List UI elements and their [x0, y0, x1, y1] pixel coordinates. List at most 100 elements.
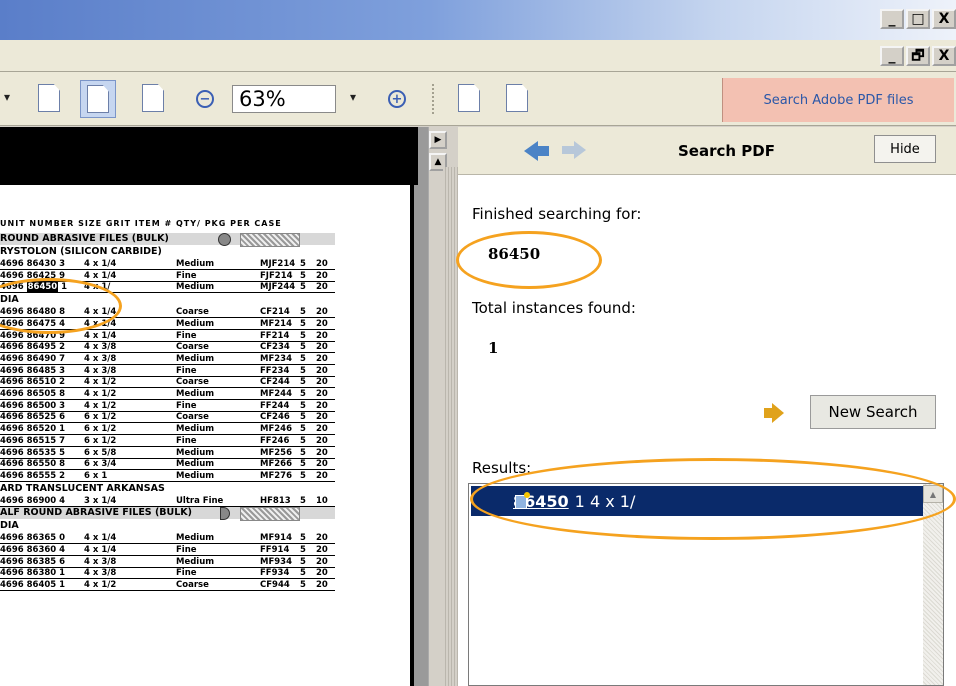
round-file-profile-icon	[218, 233, 231, 246]
back-arrow-icon[interactable]	[524, 141, 538, 161]
facing-page-icon[interactable]	[142, 84, 164, 112]
catalog-code-cell: 4696 86450 1	[0, 282, 68, 293]
result-item[interactable]: 86450 1 4 x 1/	[471, 486, 923, 516]
catalog-row: 4696 86485 3 4 x 3/8 Fine FF234 5 20	[0, 366, 335, 377]
doc-minimize-button[interactable]: _	[880, 46, 904, 66]
catalog-qty-cell: 5	[300, 412, 306, 423]
catalog-size-cell: 4 x 1/2	[84, 389, 117, 399]
catalog-grit-cell: Medium	[176, 556, 215, 567]
catalog-qty-cell: 5	[300, 400, 306, 411]
catalog-code-cell: 4696 86405 1	[0, 580, 66, 591]
minimize-button[interactable]: _	[880, 9, 904, 29]
new-search-button[interactable]: New Search	[810, 395, 936, 429]
continuous-page-icon	[87, 85, 109, 113]
result-context: 1 4 x 1/	[574, 491, 636, 511]
catalog-row: 4696 86510 2 4 x 1/2 Coarse CF244 5 20	[0, 377, 335, 389]
collapse-pane-button[interactable]: ▶	[429, 131, 447, 149]
catalog-size-cell: 4 x 1/4	[84, 545, 117, 555]
catalog-grit-cell: Ultra Fine	[176, 495, 224, 506]
forward-arrow-icon[interactable]	[574, 141, 586, 159]
catalog-code-cell: 4696 86475 4	[0, 318, 66, 329]
acrobat-window: _ □ X _ 🗗 X ▾ − 63% ▾ + Search Adobe PDF…	[0, 0, 956, 686]
catalog-row: 4696 86505 8 4 x 1/2 Medium MF244 5 20	[0, 389, 335, 400]
catalog-row: 4696 86525 6 6 x 1/2 Coarse CF246 5 20	[0, 412, 335, 424]
continuous-page-button[interactable]	[80, 80, 116, 118]
catalog-grit-cell: Medium	[176, 447, 215, 458]
close-button[interactable]: X	[932, 9, 956, 29]
catalog-item-cell: FF234	[260, 365, 290, 376]
catalog-case-cell: 20	[316, 533, 328, 544]
catalog-size-cell: 4 x 1/4	[84, 533, 117, 544]
catalog-qty-cell: 5	[300, 270, 306, 281]
catalog-case-cell: 20	[316, 259, 328, 269]
catalog-case-cell: 20	[316, 580, 328, 591]
catalog-row: 4696 86385 6 4 x 3/8 Medium MF934 5 20	[0, 557, 335, 568]
doc-close-button[interactable]: X	[932, 46, 956, 66]
catalog-size-cell: 4 x 3/8	[84, 568, 117, 579]
catalog-case-cell: 20	[316, 389, 328, 399]
catalog-code-cell: 4696 86520 1	[0, 424, 66, 435]
catalog-qty-cell: 5	[300, 435, 306, 446]
results-scrollbar[interactable]: ▲	[923, 484, 943, 685]
catalog-item-cell: MF256	[260, 447, 293, 458]
catalog-grit-cell: Coarse	[176, 377, 209, 388]
catalog-grit-cell: Fine	[176, 270, 197, 281]
results-scroll-up-button[interactable]: ▲	[923, 485, 943, 503]
catalog-item-cell: MF234	[260, 353, 293, 364]
catalog-code-suffix: 1	[58, 282, 68, 293]
catalog-item-cell: MF276	[260, 470, 293, 481]
toolbar-separator	[432, 84, 438, 114]
catalog-item-cell: FF914	[260, 545, 290, 555]
results-list[interactable]: 86450 1 4 x 1/ ▲	[468, 483, 944, 686]
catalog-size-cell: 4 x 1/4	[84, 318, 117, 329]
single-page-icon[interactable]	[38, 84, 60, 112]
splitter-grip[interactable]	[443, 167, 459, 686]
catalog-size-cell: 4 x 1/4	[84, 259, 117, 269]
catalog-row: 4696 86900 4 3 x 1/4 Ultra Fine HF813 5 10	[0, 496, 335, 507]
catalog-row: 4696 86500 3 4 x 1/2 Fine FF244 5 20	[0, 401, 335, 412]
catalog-item-cell: CF234	[260, 342, 290, 353]
catalog-grit-cell: Medium	[176, 459, 215, 470]
catalog-code-cell: 4696 86360 4	[0, 545, 66, 555]
catalog-qty-cell: 5	[300, 342, 306, 353]
rotate-clockwise-icon[interactable]	[458, 84, 480, 112]
zoom-dropdown-icon[interactable]: ▾	[350, 90, 356, 104]
catalog-grit-cell: Fine	[176, 545, 197, 555]
toolbar-dropdown-arrow[interactable]: ▾	[4, 90, 10, 104]
catalog-row: 4696 86555 2 6 x 1 Medium MF276 5 20	[0, 471, 335, 482]
catalog-qty-cell: 5	[300, 459, 306, 470]
catalog-row: 4696 86405 1 4 x 1/2 Coarse CF944 5 20	[0, 580, 335, 592]
hide-button[interactable]: Hide	[874, 135, 936, 163]
document-pane[interactable]: UNIT NUMBER SIZE GRIT ITEM # QTY/ PKG PE…	[0, 127, 428, 686]
catalog-column-headers: UNIT NUMBER SIZE GRIT ITEM # QTY/ PKG PE…	[0, 219, 282, 228]
document-window-controls: _ 🗗 X	[878, 46, 956, 68]
doc-restore-button[interactable]: 🗗	[906, 46, 930, 66]
catalog-qty-cell: 5	[300, 447, 306, 458]
maximize-button[interactable]: □	[906, 9, 930, 29]
catalog-case-cell: 20	[316, 353, 328, 364]
pane-splitter[interactable]: ▶ ▲	[428, 127, 459, 686]
catalog-item-cell: MJF214	[260, 259, 296, 269]
catalog-code-cell: 4696 86425 9	[0, 270, 66, 281]
zoom-in-icon[interactable]: +	[388, 90, 406, 108]
search-adobe-pdf-files-button[interactable]: Search Adobe PDF files	[722, 78, 954, 122]
catalog-grit-cell: Medium	[176, 318, 215, 329]
catalog-item-cell: FF934	[260, 568, 290, 579]
search-panel-title: Search PDF	[678, 142, 775, 160]
catalog-item-cell: FJF214	[260, 270, 293, 281]
back-arrow-tail	[537, 146, 549, 156]
catalog-size-cell: 4 x 1/4	[84, 330, 117, 341]
catalog-grit-cell: Fine	[176, 435, 197, 446]
rotate-counterclockwise-icon[interactable]	[506, 84, 528, 112]
catalog-case-cell: 20	[316, 424, 328, 435]
catalog-grit-cell: Coarse	[176, 580, 209, 591]
zoom-input[interactable]: 63%	[232, 85, 336, 113]
catalog-item-cell: MF214	[260, 318, 293, 329]
zoom-out-icon[interactable]: −	[196, 90, 214, 108]
finished-searching-label: Finished searching for:	[472, 205, 642, 223]
catalog-qty-cell: 5	[300, 353, 306, 364]
catalog-qty-cell: 5	[300, 495, 306, 506]
catalog-page[interactable]: UNIT NUMBER SIZE GRIT ITEM # QTY/ PKG PE…	[0, 185, 414, 686]
catalog-case-cell: 20	[316, 318, 328, 329]
catalog-code-cell: 4696 86490 7	[0, 353, 66, 364]
